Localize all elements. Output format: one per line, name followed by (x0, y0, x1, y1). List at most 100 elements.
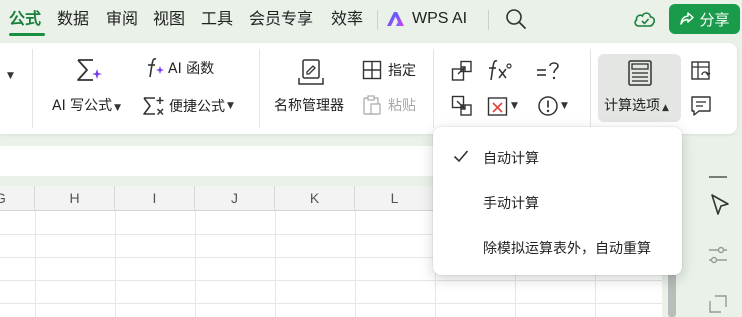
column-header[interactable]: J (195, 186, 275, 211)
menu-item-auto-calc[interactable]: 自动计算 (433, 137, 682, 177)
equals-question-icon (537, 62, 559, 80)
grid-line (355, 211, 356, 317)
tab-efficiency[interactable]: 效率 (331, 9, 363, 29)
expand-frame-icon (709, 295, 727, 313)
evaluate-formula-button[interactable] (535, 60, 561, 86)
column-header[interactable]: G (0, 186, 35, 211)
adjust-settings-button[interactable] (707, 244, 729, 270)
collapse-panel-button[interactable] (708, 164, 728, 183)
tab-member[interactable]: 会员专享 (249, 9, 313, 29)
tab-review[interactable]: 审阅 (106, 9, 138, 29)
remove-arrows-icon (487, 97, 508, 116)
column-header-label: H (69, 190, 80, 206)
chevron-up-icon: ▲ (662, 103, 669, 113)
wps-ai-icon (387, 12, 404, 26)
recalculate-button[interactable] (690, 60, 712, 86)
ribbon-separator (259, 49, 260, 128)
side-panel (686, 146, 742, 317)
menu-item-manual-calc[interactable]: 手动计算 (433, 182, 682, 222)
column-header-label: L (390, 190, 399, 206)
insert-function-button[interactable] (487, 59, 513, 87)
easy-formula-button[interactable]: 便捷公式 ▼ (142, 95, 234, 117)
calc-options-button[interactable]: 计算选项 ▲ (598, 54, 681, 122)
ribbon-overflow-caret[interactable]: ▼ (5, 63, 14, 82)
calc-sheet-button[interactable] (690, 95, 712, 121)
ai-formula-button[interactable]: AI 写公式 ▼ (52, 95, 121, 115)
menu-item-label: 自动计算 (483, 151, 539, 167)
grid-line (115, 211, 116, 317)
search-icon (506, 9, 526, 29)
trace-dependents-button[interactable] (451, 95, 473, 121)
chevron-down-icon: ▼ (227, 101, 234, 111)
select-pointer-button[interactable] (709, 193, 731, 221)
column-header-label: K (309, 190, 320, 206)
column-header[interactable]: L (355, 186, 435, 211)
expand-button[interactable] (708, 294, 728, 317)
column-header[interactable]: I (115, 186, 195, 211)
cursor-arrow-icon (711, 194, 729, 215)
trace-precedents-icon (451, 60, 472, 81)
menu-item-auto-except-tables[interactable]: 除模拟运算表外，自动重算 (433, 227, 682, 267)
menu-item-label: 除模拟运算表外，自动重算 (483, 241, 651, 257)
sigma-plus-icon (143, 97, 164, 116)
grid-line (35, 211, 36, 317)
column-header[interactable]: K (275, 186, 355, 211)
calc-options-label: 计算选项 (604, 98, 660, 114)
column-header[interactable]: H (35, 186, 115, 211)
cloud-sync-icon (634, 12, 656, 27)
chevron-down-icon: ▼ (561, 101, 568, 111)
ai-sigma-icon (77, 59, 102, 81)
active-tab-indicator (9, 33, 45, 36)
menu-separator (488, 10, 489, 30)
tab-formula[interactable]: 公式 (9, 9, 41, 29)
trace-precedents-button[interactable] (451, 60, 473, 86)
calc-options-dropdown: 自动计算 手动计算 除模拟运算表外，自动重算 (433, 127, 682, 275)
fx-icon (489, 60, 512, 81)
share-label: 分享 (699, 10, 730, 29)
ai-formula-icon-button[interactable] (75, 57, 103, 89)
specify-label: 指定 (388, 63, 416, 79)
grid-line (0, 303, 662, 304)
search-button[interactable] (505, 8, 527, 34)
paste-button[interactable]: 粘贴 (362, 94, 416, 116)
share-button[interactable]: 分享 (669, 4, 740, 34)
ribbon-separator (32, 49, 33, 128)
ai-fx-icon (148, 58, 164, 78)
comment-sheet-icon (691, 96, 711, 116)
error-check-button[interactable]: ▼ (537, 95, 568, 117)
calc-options-text: 计算选项 ▲ (604, 95, 669, 115)
menu-bar: 公式 数据 审阅 视图 工具 会员专享 效率 WPS AI 分享 (0, 0, 742, 40)
remove-arrows-button[interactable]: ▼ (487, 95, 518, 117)
paste-icon (363, 95, 381, 115)
cloud-sync-button[interactable] (633, 8, 657, 34)
column-header-label: J (231, 190, 238, 206)
trace-dependents-icon (451, 95, 472, 116)
name-manager-icon-button[interactable] (298, 58, 324, 90)
paste-label: 粘贴 (388, 98, 416, 114)
calculator-sheet-icon (628, 60, 652, 86)
ribbon-separator (590, 49, 591, 128)
grid-line (195, 211, 196, 317)
menu-separator (377, 10, 378, 30)
name-manager-button[interactable]: 名称管理器 (274, 95, 344, 115)
chevron-down-icon: ▼ (7, 71, 14, 81)
specify-button[interactable]: 指定 (362, 60, 416, 80)
tab-data[interactable]: 数据 (57, 9, 89, 29)
grid-line (275, 211, 276, 317)
check-icon (453, 150, 469, 163)
column-header-label: G (0, 190, 6, 206)
wps-ai-button[interactable]: WPS AI (386, 9, 467, 29)
ai-function-label: AI 函数 (168, 61, 215, 77)
column-header-label: I (152, 190, 157, 206)
sliders-icon (709, 246, 727, 264)
chevron-down-icon: ▼ (511, 101, 518, 111)
ai-function-button[interactable]: AI 函数 (142, 57, 214, 79)
menu-item-label: 手动计算 (483, 196, 539, 212)
share-icon (680, 12, 695, 25)
tab-tools[interactable]: 工具 (201, 9, 233, 29)
tab-view[interactable]: 视图 (153, 9, 185, 29)
grid-specify-icon (362, 60, 382, 80)
ribbon-separator (433, 49, 434, 128)
ribbon-toolbar: ▼ AI 写公式 ▼ AI 函数 便捷公式 ▼ 名称管理器 指定 粘贴 ▼ ▼ … (0, 43, 737, 134)
chevron-down-icon: ▼ (114, 103, 122, 113)
